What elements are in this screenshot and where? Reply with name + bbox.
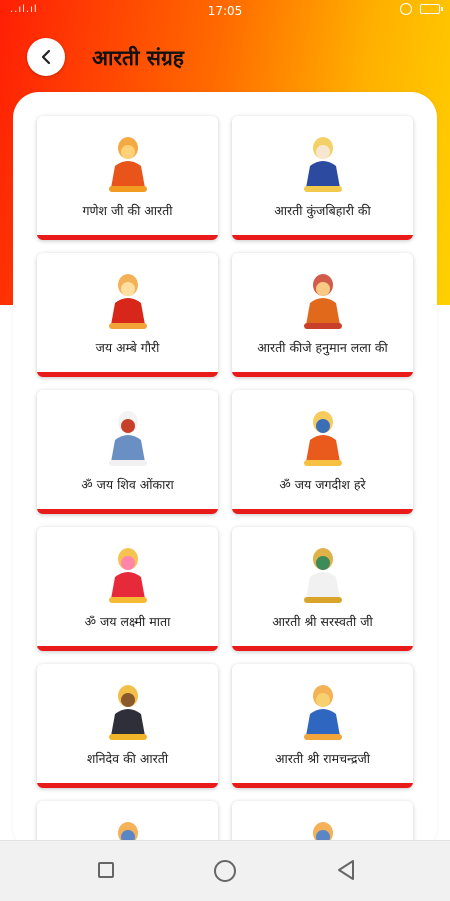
aarti-card[interactable]: ॐ जय जगदीश हरे (232, 390, 413, 514)
card-accent-bar (232, 372, 413, 377)
home-icon[interactable] (214, 860, 236, 882)
aarti-card-label: आरती कीजे हनुमान लला की (257, 340, 388, 355)
aarti-card-label: शनिदेव की आरती (86, 751, 169, 766)
chevron-left-icon (41, 49, 51, 65)
recent-apps-icon[interactable] (98, 862, 114, 878)
status-time: 17:05 (207, 4, 243, 18)
back-triangle-icon[interactable] (336, 859, 356, 881)
aarti-card-label: जय अम्बे गौरी (95, 340, 160, 355)
lakshmi-image-icon (108, 548, 147, 603)
card-accent-bar (232, 235, 413, 240)
card-accent-bar (37, 783, 218, 788)
aarti-card-label: आरती कुंजबिहारी की (274, 203, 371, 218)
status-icons (400, 3, 443, 15)
aarti-card[interactable]: आरती श्री रामचन्द्रजी (232, 664, 413, 788)
card-accent-bar (37, 509, 218, 514)
aarti-card[interactable]: ॐ जय लक्ष्मी माता (37, 527, 218, 651)
aarti-card-label: ॐ जय शिव ओंकारा (81, 477, 174, 492)
hanuman-image-icon (303, 274, 342, 329)
aarti-card-label: आरती श्री रामचन्द्रजी (274, 751, 371, 766)
aarti-card[interactable]: आरती कुंजबिहारी की (232, 116, 413, 240)
battery-icon (420, 4, 443, 14)
card-accent-bar (232, 783, 413, 788)
aarti-card[interactable]: जय अम्बे गौरी (37, 253, 218, 377)
durga-image-icon (108, 274, 147, 329)
aarti-card[interactable]: आरती कीजे हनुमान लला की (232, 253, 413, 377)
vishnu-image-icon (303, 411, 342, 466)
card-accent-bar (37, 372, 218, 377)
krishna-image-icon (303, 137, 342, 192)
card-accent-bar (232, 509, 413, 514)
shiva-image-icon (108, 411, 147, 466)
system-nav-bar (0, 840, 450, 901)
card-accent-bar (232, 646, 413, 651)
back-button[interactable] (27, 38, 65, 76)
card-accent-bar (37, 235, 218, 240)
aarti-card-label: ॐ जय जगदीश हरे (279, 477, 366, 492)
aarti-card-label: ॐ जय लक्ष्मी माता (84, 614, 171, 629)
aarti-card[interactable]: शनिदेव की आरती (37, 664, 218, 788)
shanidev-image-icon (108, 685, 147, 740)
page-title: आरती संग्रह (92, 46, 184, 70)
aarti-card[interactable]: गणेश जी की आरती (37, 116, 218, 240)
alarm-icon (400, 3, 412, 15)
content-panel: गणेश जी की आरती आरती कुंजबिहारी की जय अम्ब… (13, 92, 437, 852)
aarti-card[interactable]: आरती श्री सरस्वती जी (232, 527, 413, 651)
ram-image-icon (303, 685, 342, 740)
aarti-card-label: आरती श्री सरस्वती जी (272, 614, 373, 629)
aarti-card[interactable]: ॐ जय शिव ओंकारा (37, 390, 218, 514)
saraswati-image-icon (303, 548, 342, 603)
app-header: आरती संग्रह (0, 32, 450, 82)
status-bar: ..ıl.ıl 17:05 (0, 0, 450, 22)
card-accent-bar (37, 646, 218, 651)
ganesh-image-icon (108, 137, 147, 192)
aarti-card-label: गणेश जी की आरती (82, 203, 173, 218)
